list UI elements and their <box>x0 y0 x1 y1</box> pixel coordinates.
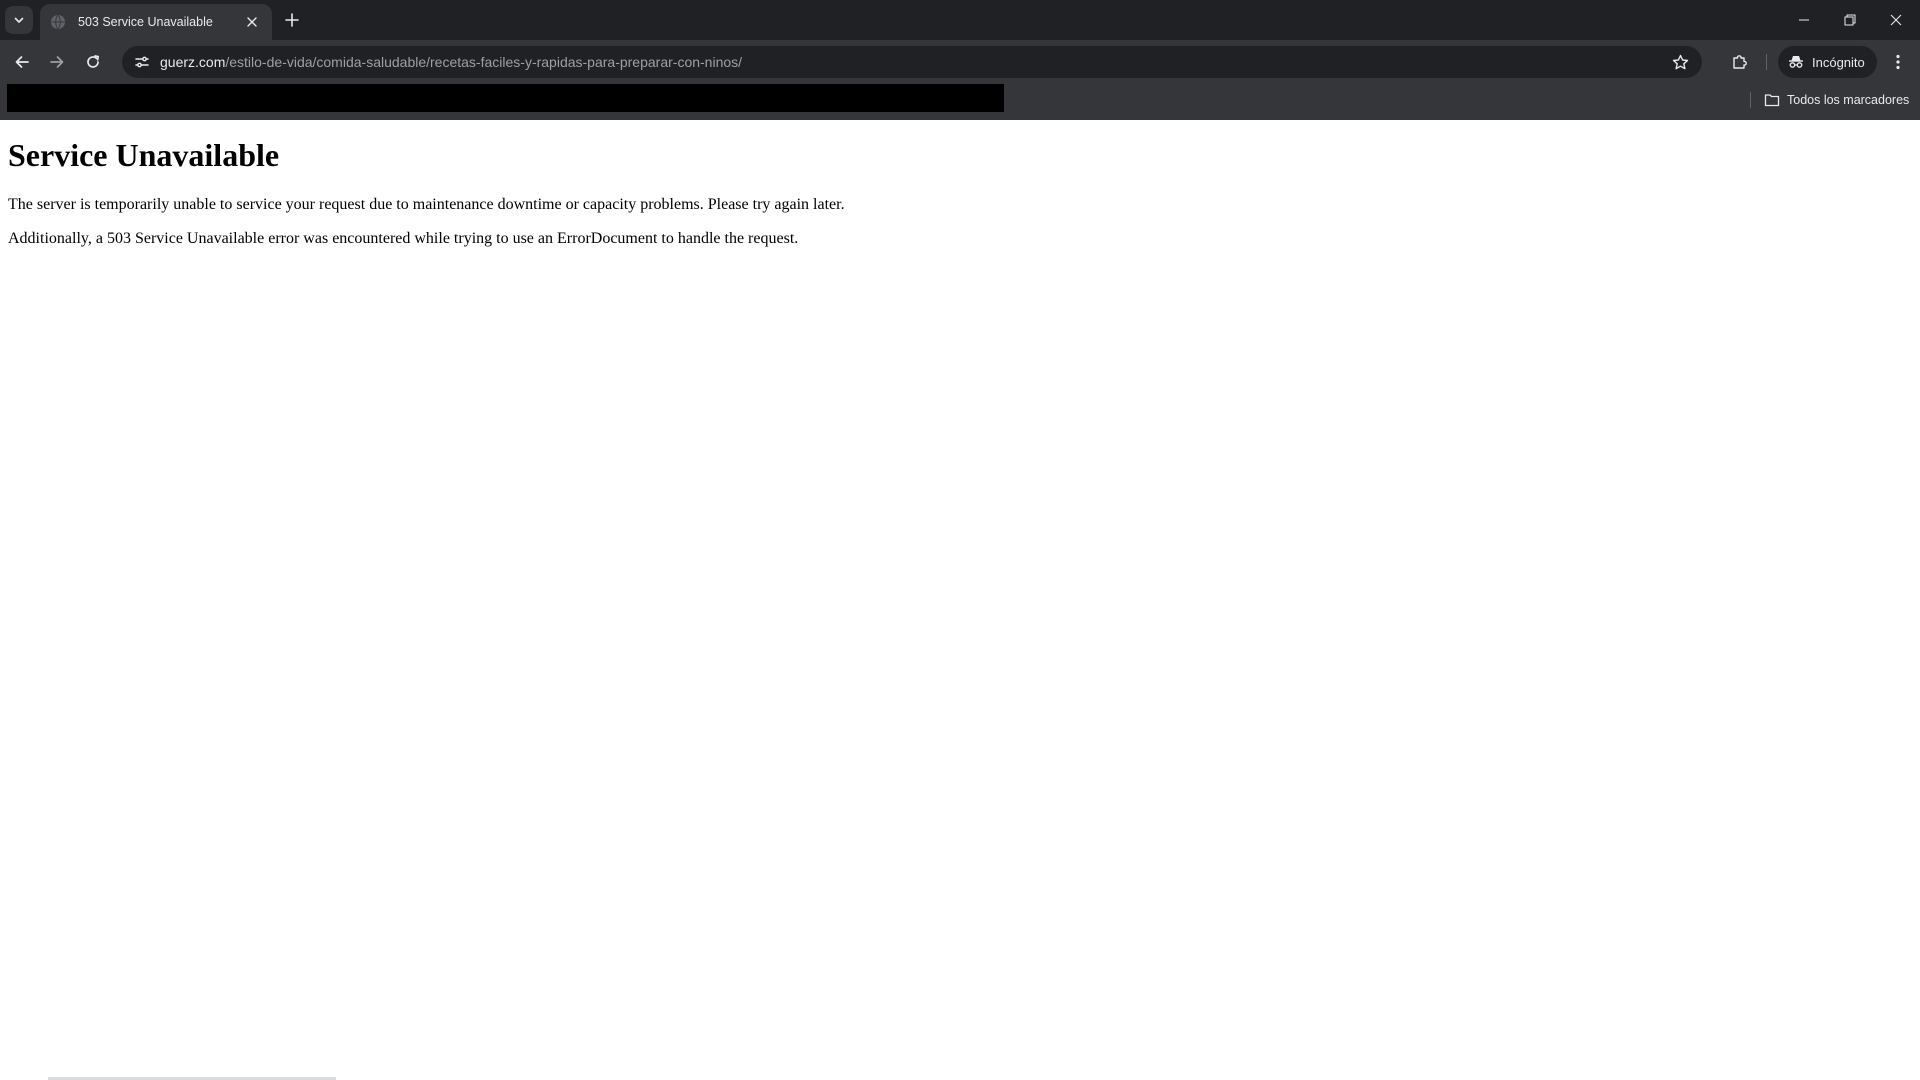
toolbar-separator <box>1766 54 1767 70</box>
back-button[interactable] <box>8 48 36 76</box>
more-vert-icon <box>1896 54 1900 70</box>
minimize-icon <box>1798 14 1810 26</box>
url-text: guerz.com/estilo-de-vida/comida-saludabl… <box>160 54 742 70</box>
close-tab-icon[interactable] <box>242 12 262 32</box>
arrow-right-icon <box>49 54 65 70</box>
all-bookmarks-button[interactable]: Todos los marcadores <box>1764 88 1909 112</box>
puzzle-icon <box>1731 53 1749 71</box>
url-host: guerz.com <box>160 54 226 70</box>
reload-button[interactable] <box>79 48 107 76</box>
browser-toolbar: guerz.com/estilo-de-vida/comida-saludabl… <box>0 40 1920 84</box>
tab-title: 503 Service Unavailable <box>78 15 213 29</box>
incognito-label: Incógnito <box>1812 54 1865 70</box>
site-info-icon[interactable] <box>128 48 156 76</box>
plus-icon <box>285 13 299 27</box>
tab-strip: 503 Service Unavailable <box>0 0 1920 40</box>
bookmarks-bar: Todos los marcadores <box>0 84 1920 120</box>
url-path: /estilo-de-vida/comida-saludable/recetas… <box>225 54 743 70</box>
chevron-down-icon <box>13 14 25 26</box>
error-details: Additionally, a 503 Service Unavailable … <box>8 230 799 248</box>
bookmark-star-icon[interactable] <box>1666 48 1694 76</box>
browser-tab-active[interactable]: 503 Service Unavailable <box>40 4 272 40</box>
new-tab-button[interactable] <box>280 8 304 32</box>
close-icon <box>1890 14 1902 26</box>
redacted-bookmarks <box>7 84 1004 112</box>
incognito-profile-button[interactable]: Incógnito <box>1778 46 1877 78</box>
close-window-button[interactable] <box>1873 0 1919 40</box>
tab-search-button[interactable] <box>5 6 33 34</box>
folder-icon <box>1764 93 1780 107</box>
globe-icon <box>50 14 66 30</box>
extensions-button[interactable] <box>1726 48 1754 76</box>
minimize-button[interactable] <box>1781 0 1827 40</box>
incognito-icon <box>1788 54 1804 70</box>
browser-menu-button[interactable] <box>1884 48 1912 76</box>
restore-button[interactable] <box>1827 0 1873 40</box>
bookmarks-separator <box>1750 92 1751 108</box>
page-content: Service Unavailable The server is tempor… <box>0 120 1920 1080</box>
restore-icon <box>1844 14 1856 26</box>
forward-button[interactable] <box>43 48 71 76</box>
reload-icon <box>85 54 101 70</box>
arrow-left-icon <box>14 54 30 70</box>
address-bar[interactable]: guerz.com/estilo-de-vida/comida-saludabl… <box>122 46 1702 78</box>
error-message: The server is temporarily unable to serv… <box>8 196 845 214</box>
page-title: Service Unavailable <box>8 137 280 173</box>
all-bookmarks-label: Todos los marcadores <box>1787 93 1910 107</box>
